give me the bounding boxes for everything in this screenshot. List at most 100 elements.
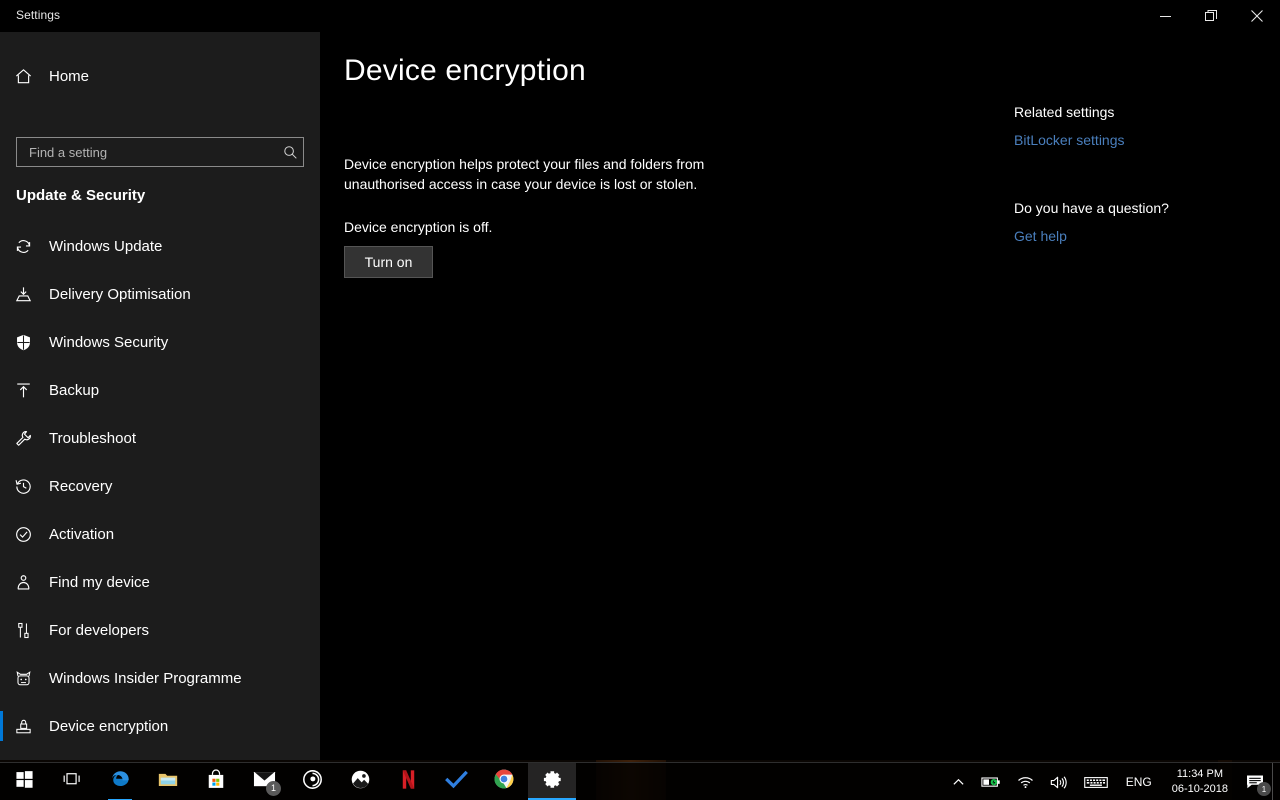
keyboard-icon[interactable] bbox=[1076, 763, 1116, 800]
search-input[interactable] bbox=[17, 138, 277, 166]
encryption-status-text: Device encryption is off. bbox=[344, 219, 493, 235]
search-icon[interactable] bbox=[277, 145, 303, 160]
selection-accent-bar bbox=[0, 279, 3, 309]
selection-accent-bar bbox=[0, 615, 3, 645]
sidebar-item-troubleshoot[interactable]: Troubleshoot bbox=[0, 414, 320, 462]
taskbar: 1 ENG 11:34 PM 06-10-2018 1 bbox=[0, 762, 1280, 800]
sidebar-item-label: Troubleshoot bbox=[49, 429, 136, 447]
clock[interactable]: 11:34 PM 06-10-2018 bbox=[1162, 763, 1238, 800]
gear-icon bbox=[542, 769, 563, 795]
windows-logo-icon bbox=[15, 770, 34, 794]
sidebar-item-label: Backup bbox=[49, 381, 100, 399]
sidebar: Home Update & Security bbox=[0, 32, 320, 760]
sidebar-item-activation[interactable]: Activation bbox=[0, 510, 320, 558]
netflix-n-icon bbox=[401, 769, 416, 795]
turn-on-button[interactable]: Turn on bbox=[344, 246, 433, 278]
todo-button[interactable] bbox=[432, 763, 480, 800]
speaker-icon[interactable] bbox=[1042, 763, 1076, 800]
sidebar-item-label: Recovery bbox=[49, 477, 113, 495]
settings-window: Settings Home Find a setting Update & Se… bbox=[0, 0, 1280, 800]
sidebar-item-backup[interactable]: Backup bbox=[0, 366, 320, 414]
sidebar-item-windows-insider-programme[interactable]: Windows Insider Programme bbox=[0, 654, 320, 702]
notification-badge: 1 bbox=[1257, 782, 1271, 796]
system-tray: ENG 11:34 PM 06-10-2018 1 bbox=[944, 763, 1280, 800]
insider-cat-icon bbox=[14, 666, 42, 690]
chevron-up-icon[interactable] bbox=[944, 763, 973, 800]
task-view-button[interactable] bbox=[48, 763, 96, 800]
edge-icon bbox=[110, 769, 131, 795]
sidebar-item-device-encryption[interactable]: Device encryption bbox=[0, 702, 320, 750]
get-help-link[interactable]: Get help bbox=[1014, 228, 1067, 244]
sidebar-nav-list: Windows Update Delivery Optimisation Win… bbox=[0, 222, 320, 750]
check-circle-icon bbox=[14, 522, 42, 546]
search-box[interactable] bbox=[16, 137, 304, 167]
title-bar: Settings bbox=[0, 0, 1280, 32]
netflix-button[interactable] bbox=[384, 763, 432, 800]
selection-accent-bar bbox=[0, 567, 3, 597]
microsoft-store-button[interactable] bbox=[192, 763, 240, 800]
selection-accent-bar bbox=[0, 471, 3, 501]
person-pin-icon bbox=[14, 570, 42, 594]
photos-button[interactable] bbox=[336, 763, 384, 800]
selection-accent-bar bbox=[0, 663, 3, 693]
window-title: Settings bbox=[16, 8, 61, 22]
sidebar-item-label: Delivery Optimisation bbox=[49, 285, 191, 303]
page-title: Device encryption bbox=[344, 54, 586, 87]
sidebar-item-recovery[interactable]: Recovery bbox=[0, 462, 320, 510]
sidebar-item-for-developers[interactable]: For developers bbox=[0, 606, 320, 654]
mail-button[interactable]: 1 bbox=[240, 763, 288, 800]
clock-date: 06-10-2018 bbox=[1171, 783, 1228, 795]
wifi-icon[interactable] bbox=[1009, 763, 1042, 800]
selection-accent-bar bbox=[0, 231, 3, 261]
window-controls bbox=[1142, 0, 1280, 32]
clock-time: 11:34 PM bbox=[1176, 768, 1223, 780]
sidebar-item-label: Activation bbox=[49, 525, 115, 543]
history-icon bbox=[14, 474, 42, 498]
related-settings-heading: Related settings bbox=[1014, 104, 1115, 120]
shield-icon bbox=[14, 330, 42, 354]
category-title: Update & Security bbox=[16, 187, 146, 204]
battery-icon[interactable] bbox=[973, 763, 1009, 800]
wrench-icon bbox=[14, 426, 42, 450]
selection-accent-bar bbox=[0, 519, 3, 549]
sidebar-item-find-my-device[interactable]: Find my device bbox=[0, 558, 320, 606]
home-label: Home bbox=[49, 67, 90, 85]
device-lock-icon bbox=[14, 714, 42, 738]
sidebar-item-windows-security[interactable]: Windows Security bbox=[0, 318, 320, 366]
download-icon bbox=[14, 282, 42, 306]
language-indicator[interactable]: ENG bbox=[1116, 775, 1162, 789]
sidebar-item-delivery-optimisation[interactable]: Delivery Optimisation bbox=[0, 270, 320, 318]
sidebar-item-windows-update[interactable]: Windows Update bbox=[0, 222, 320, 270]
main-content: Device encryption Device encryption help… bbox=[320, 32, 1280, 760]
groove-music-icon bbox=[302, 769, 323, 795]
action-center-icon[interactable]: 1 bbox=[1238, 763, 1272, 800]
chrome-icon bbox=[493, 768, 515, 795]
maximize-restore-button[interactable] bbox=[1188, 0, 1234, 32]
sidebar-item-label: Find my device bbox=[49, 573, 150, 591]
description-text: Device encryption helps protect your fil… bbox=[344, 156, 705, 192]
selection-accent-bar bbox=[0, 327, 3, 357]
selection-accent-bar bbox=[0, 375, 3, 405]
home-icon bbox=[14, 67, 42, 86]
start-button[interactable] bbox=[0, 763, 48, 800]
chrome-button[interactable] bbox=[480, 763, 528, 800]
settings-button[interactable] bbox=[528, 762, 576, 800]
store-bag-icon bbox=[206, 768, 226, 795]
sidebar-item-label: Windows Security bbox=[49, 333, 169, 351]
tools-icon bbox=[14, 618, 42, 642]
photos-icon bbox=[350, 769, 371, 795]
groove-music-button[interactable] bbox=[288, 763, 336, 800]
question-heading: Do you have a question? bbox=[1014, 200, 1169, 216]
sidebar-item-home[interactable]: Home bbox=[0, 56, 320, 96]
close-button[interactable] bbox=[1234, 0, 1280, 32]
selection-accent-bar bbox=[0, 711, 3, 741]
refresh-icon bbox=[14, 234, 42, 258]
show-desktop-button[interactable] bbox=[1272, 763, 1280, 800]
task-view-icon bbox=[62, 770, 82, 793]
file-explorer-button[interactable] bbox=[144, 763, 192, 800]
sidebar-item-label: Device encryption bbox=[49, 717, 169, 735]
sidebar-item-label: For developers bbox=[49, 621, 150, 639]
edge-button[interactable] bbox=[96, 763, 144, 800]
bitlocker-settings-link[interactable]: BitLocker settings bbox=[1014, 132, 1125, 148]
minimize-button[interactable] bbox=[1142, 0, 1188, 32]
